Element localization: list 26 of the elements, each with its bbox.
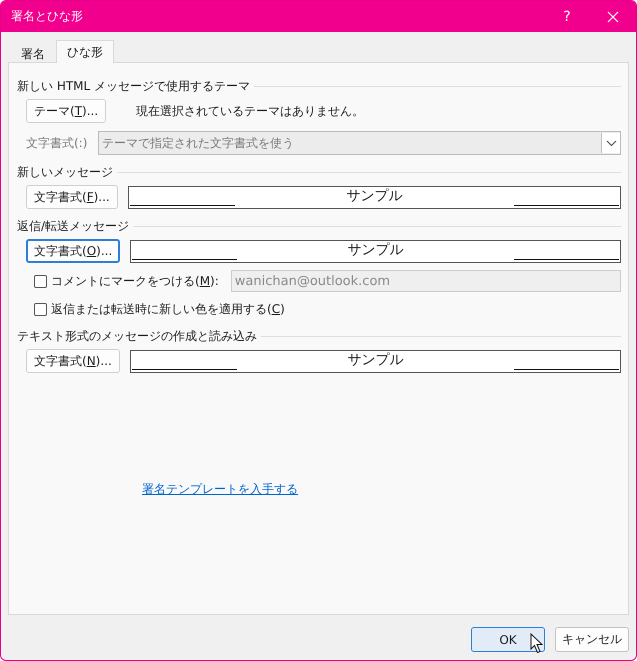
font-sample: サンプル xyxy=(128,186,621,208)
section-heading: テキスト形式のメッセージの作成と読み込み xyxy=(17,328,257,344)
font-label: 文字書式(:) xyxy=(26,134,88,152)
font-button[interactable]: 文字書式(N)... xyxy=(26,349,120,373)
checkbox-label: コメントにマークをつける(M): xyxy=(51,272,219,290)
font-button[interactable]: 文字書式(O)... xyxy=(26,239,120,263)
dialog-button[interactable]: キャンセル xyxy=(555,627,629,652)
section-heading: 新しいメッセージ xyxy=(17,164,113,180)
theme-button[interactable]: テーマ(T)... xyxy=(26,99,106,123)
font-sample: サンプル xyxy=(130,240,621,262)
close-icon xyxy=(607,10,619,22)
cursor-icon xyxy=(530,633,544,654)
font-button[interactable]: 文字書式(F)... xyxy=(26,185,118,209)
checkbox[interactable] xyxy=(34,302,47,316)
theme-status: 現在選択されているテーマはありません。 xyxy=(136,102,364,120)
template-link[interactable]: 署名テンプレートを入手する xyxy=(142,482,298,496)
window-title: 署名とひな形 xyxy=(10,8,84,25)
section-heading: 新しい HTML メッセージで使用するテーマ xyxy=(17,78,250,94)
help-button[interactable]: ? xyxy=(544,1,590,32)
font-sample: サンプル xyxy=(130,350,621,372)
section-heading: 返信/転送メッセージ xyxy=(17,218,130,234)
tab[interactable]: ひな形 xyxy=(56,40,114,63)
dialog-button[interactable]: OK xyxy=(471,627,545,652)
checkbox[interactable] xyxy=(34,274,47,288)
checkbox-label: 返信または転送時に新しい色を適用する(C) xyxy=(51,300,285,318)
chevron-down-icon xyxy=(606,140,616,146)
